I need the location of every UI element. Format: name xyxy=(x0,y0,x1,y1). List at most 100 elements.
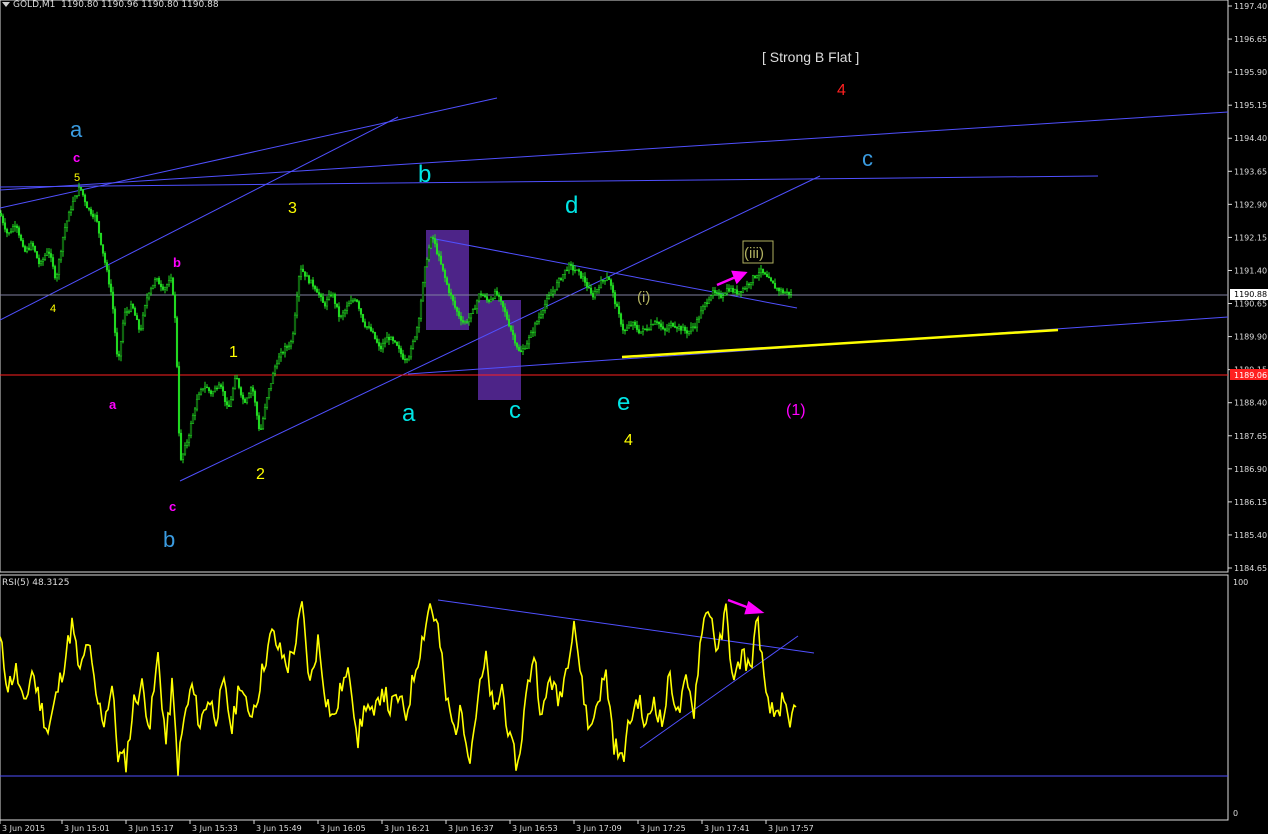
candle-body xyxy=(323,302,327,307)
candle-body xyxy=(195,398,199,410)
candle-body xyxy=(81,189,85,196)
label-mag-a: a xyxy=(109,397,117,412)
candle-body xyxy=(591,293,595,298)
time-tick-label: 3 Jun 15:33 xyxy=(192,824,238,833)
candle-body xyxy=(365,326,369,328)
candle-body xyxy=(497,294,501,297)
candle-body xyxy=(177,366,181,434)
label-yel-1: 1 xyxy=(229,344,238,361)
candle-body xyxy=(429,237,433,249)
candle-body xyxy=(427,247,431,260)
candle-body xyxy=(387,336,391,341)
candle-body xyxy=(403,358,407,361)
candle-body xyxy=(405,358,409,361)
candle-body xyxy=(251,387,255,392)
candle-body xyxy=(287,345,291,348)
candle-body xyxy=(143,305,147,316)
time-tick-label: 3 Jun 15:17 xyxy=(128,824,174,833)
candle-body xyxy=(51,257,55,267)
candle-body xyxy=(299,268,303,278)
price-tick-label: 1191.40 xyxy=(1234,266,1267,275)
candle-body xyxy=(745,283,749,289)
candle-body xyxy=(75,195,79,197)
candle-body xyxy=(331,293,335,297)
candle-body xyxy=(141,314,145,329)
candle-body xyxy=(213,387,217,393)
candle-body xyxy=(411,341,415,349)
label-cyan-b: b xyxy=(418,161,431,188)
candle-body xyxy=(341,312,345,317)
candle-body xyxy=(385,336,389,343)
candle-body xyxy=(317,292,321,295)
candle-body xyxy=(523,348,527,350)
price-tick-label: 1186.15 xyxy=(1234,498,1267,507)
candle-body xyxy=(725,288,729,294)
candle-body xyxy=(635,325,639,330)
candle-body xyxy=(777,287,781,292)
candle-body xyxy=(515,342,519,348)
candle-body xyxy=(275,363,279,368)
candle-body xyxy=(263,407,267,419)
candle-body xyxy=(607,277,611,281)
price-tick-label: 1184.65 xyxy=(1234,564,1267,573)
candle-body xyxy=(703,302,707,307)
candle-body xyxy=(655,321,659,323)
candle-body xyxy=(643,328,647,330)
candle-body xyxy=(621,323,625,331)
label-strong-b-flat: [ Strong B Flat ] xyxy=(762,49,859,65)
candle-body xyxy=(13,225,17,228)
candle-body xyxy=(197,393,201,400)
candle-body xyxy=(373,331,377,340)
candle-body xyxy=(667,325,671,330)
candle-body xyxy=(401,353,405,360)
candle-body xyxy=(137,319,141,330)
candle-body xyxy=(123,311,127,324)
candle-body xyxy=(105,262,109,271)
candle-body xyxy=(309,279,313,284)
candle-body xyxy=(501,301,505,308)
candle-body xyxy=(619,313,623,325)
candle-body xyxy=(553,289,557,292)
candle-body xyxy=(467,317,471,323)
candle-body xyxy=(237,378,241,388)
candle-body xyxy=(329,294,333,297)
candle-body xyxy=(551,290,555,295)
candle-body xyxy=(491,298,495,300)
candle-body xyxy=(581,276,585,279)
candle-body xyxy=(101,244,105,254)
candle-body xyxy=(113,308,117,333)
candle-body xyxy=(601,280,605,282)
candle-body xyxy=(415,327,419,338)
candle-body xyxy=(279,352,283,358)
candle-body xyxy=(221,386,225,392)
candle-body xyxy=(231,388,235,400)
candle-body xyxy=(381,343,385,350)
candle-body xyxy=(477,293,481,302)
candle-body xyxy=(641,328,645,332)
candle-body xyxy=(103,253,107,263)
candle-body xyxy=(445,277,449,285)
candle-body xyxy=(437,253,441,257)
candle-body xyxy=(201,388,205,390)
candle-body xyxy=(685,330,689,334)
candle-body xyxy=(565,269,569,272)
price-tick-label: 1195.90 xyxy=(1234,68,1267,77)
candle-body xyxy=(463,321,467,323)
candle-body xyxy=(235,378,239,380)
candle-body xyxy=(63,227,67,238)
candle-body xyxy=(511,329,515,336)
candle-body xyxy=(293,314,297,335)
candle-body xyxy=(391,337,395,341)
candle-body xyxy=(611,285,615,293)
candle-body xyxy=(169,277,173,281)
candle-body xyxy=(493,290,497,299)
dropdown-triangle-icon[interactable] xyxy=(2,2,10,7)
candle-body xyxy=(759,268,763,274)
candle-body xyxy=(697,317,701,320)
candle-body xyxy=(145,297,149,306)
candle-body xyxy=(371,330,375,333)
candle-body xyxy=(57,259,61,275)
candle-body xyxy=(709,295,713,301)
candle-body xyxy=(209,390,213,395)
candle-body xyxy=(783,292,787,294)
